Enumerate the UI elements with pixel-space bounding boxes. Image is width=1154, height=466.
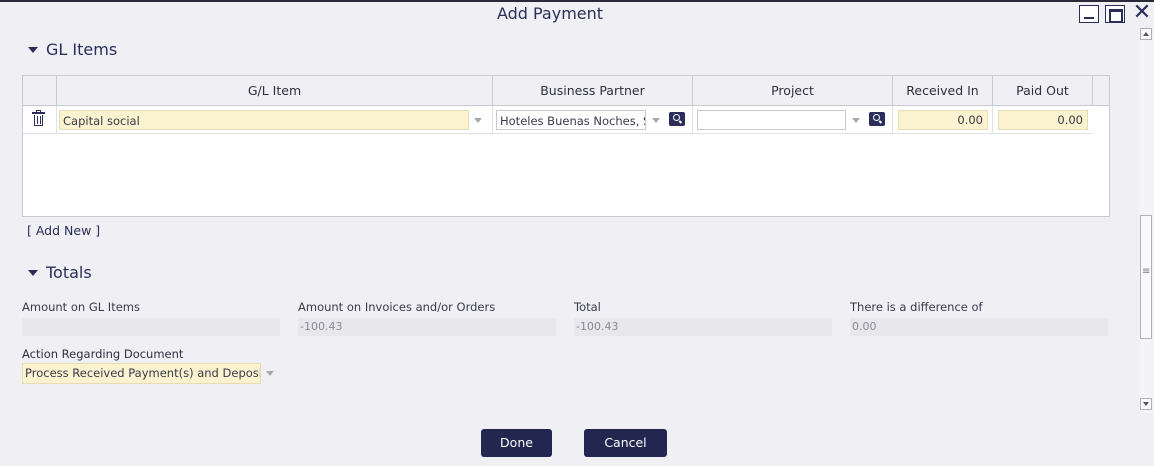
collapse-caret-icon bbox=[28, 46, 38, 53]
totals-title: Totals bbox=[46, 263, 92, 282]
dialog-title: Add Payment bbox=[496, 4, 604, 23]
trash-icon[interactable] bbox=[32, 110, 45, 127]
amount-invoices-label: Amount on Invoices and/or Orders bbox=[298, 300, 496, 314]
row-actions-cell bbox=[23, 106, 57, 134]
action-label: Action Regarding Document bbox=[22, 347, 184, 361]
amount-gl-label: Amount on GL Items bbox=[22, 300, 140, 314]
grid-header: G/L Item Business Partner Project Receiv… bbox=[23, 76, 1109, 106]
action-select[interactable]: Process Received Payment(s) and Deposit bbox=[22, 363, 261, 384]
header-paid-out[interactable]: Paid Out bbox=[993, 76, 1093, 106]
close-icon[interactable]: ✕ bbox=[1131, 2, 1153, 24]
gl-item-cell: Capital social bbox=[57, 106, 493, 134]
gl-items-title: GL Items bbox=[46, 40, 118, 59]
amount-invoices-field: -100.43 bbox=[298, 318, 556, 336]
gl-items-grid: G/L Item Business Partner Project Receiv… bbox=[22, 75, 1110, 217]
scroll-down-icon[interactable] bbox=[1140, 398, 1152, 410]
chevron-down-icon[interactable] bbox=[474, 118, 482, 123]
cancel-button[interactable]: Cancel bbox=[584, 429, 667, 457]
amount-gl-field bbox=[22, 318, 280, 336]
header-project[interactable]: Project bbox=[693, 76, 893, 106]
chevron-down-icon[interactable] bbox=[852, 118, 860, 123]
minimize-button[interactable] bbox=[1079, 5, 1099, 23]
chevron-down-icon[interactable] bbox=[652, 118, 660, 123]
received-in-cell: 0.00 bbox=[893, 106, 993, 134]
totals-section-header[interactable]: Totals bbox=[28, 263, 92, 282]
difference-label: There is a difference of bbox=[850, 300, 983, 314]
business-partner-combo[interactable]: Hoteles Buenas Noches, S. bbox=[496, 110, 646, 130]
total-label: Total bbox=[574, 300, 601, 314]
done-button[interactable]: Done bbox=[481, 429, 552, 457]
table-row: Capital social Hoteles Buenas Noches, S.… bbox=[23, 106, 1093, 134]
collapse-caret-icon bbox=[28, 269, 38, 276]
maximize-button[interactable] bbox=[1105, 5, 1125, 23]
vertical-scrollbar[interactable] bbox=[1139, 28, 1154, 413]
gl-item-combo[interactable]: Capital social bbox=[59, 110, 469, 130]
search-icon[interactable] bbox=[869, 112, 885, 126]
add-new-link[interactable]: [ Add New ] bbox=[27, 223, 100, 238]
business-partner-cell: Hoteles Buenas Noches, S. bbox=[493, 106, 693, 134]
paid-out-input[interactable]: 0.00 bbox=[998, 110, 1088, 130]
gl-items-section-header[interactable]: GL Items bbox=[28, 40, 117, 59]
header-received-in[interactable]: Received In bbox=[893, 76, 993, 106]
header-actions bbox=[23, 76, 57, 106]
total-field: -100.43 bbox=[574, 318, 832, 336]
project-combo[interactable] bbox=[697, 110, 846, 130]
project-cell bbox=[693, 106, 893, 134]
difference-field: 0.00 bbox=[850, 318, 1108, 336]
header-gl-item[interactable]: G/L Item bbox=[57, 76, 493, 106]
received-in-input[interactable]: 0.00 bbox=[898, 110, 988, 130]
paid-out-cell: 0.00 bbox=[993, 106, 1093, 134]
header-spacer bbox=[1093, 76, 1109, 106]
scroll-thumb[interactable] bbox=[1140, 215, 1152, 339]
chevron-down-icon[interactable] bbox=[266, 371, 274, 376]
header-business-partner[interactable]: Business Partner bbox=[493, 76, 693, 106]
scroll-up-icon[interactable] bbox=[1140, 28, 1152, 40]
search-icon[interactable] bbox=[669, 112, 685, 126]
top-strip bbox=[0, 0, 1154, 2]
